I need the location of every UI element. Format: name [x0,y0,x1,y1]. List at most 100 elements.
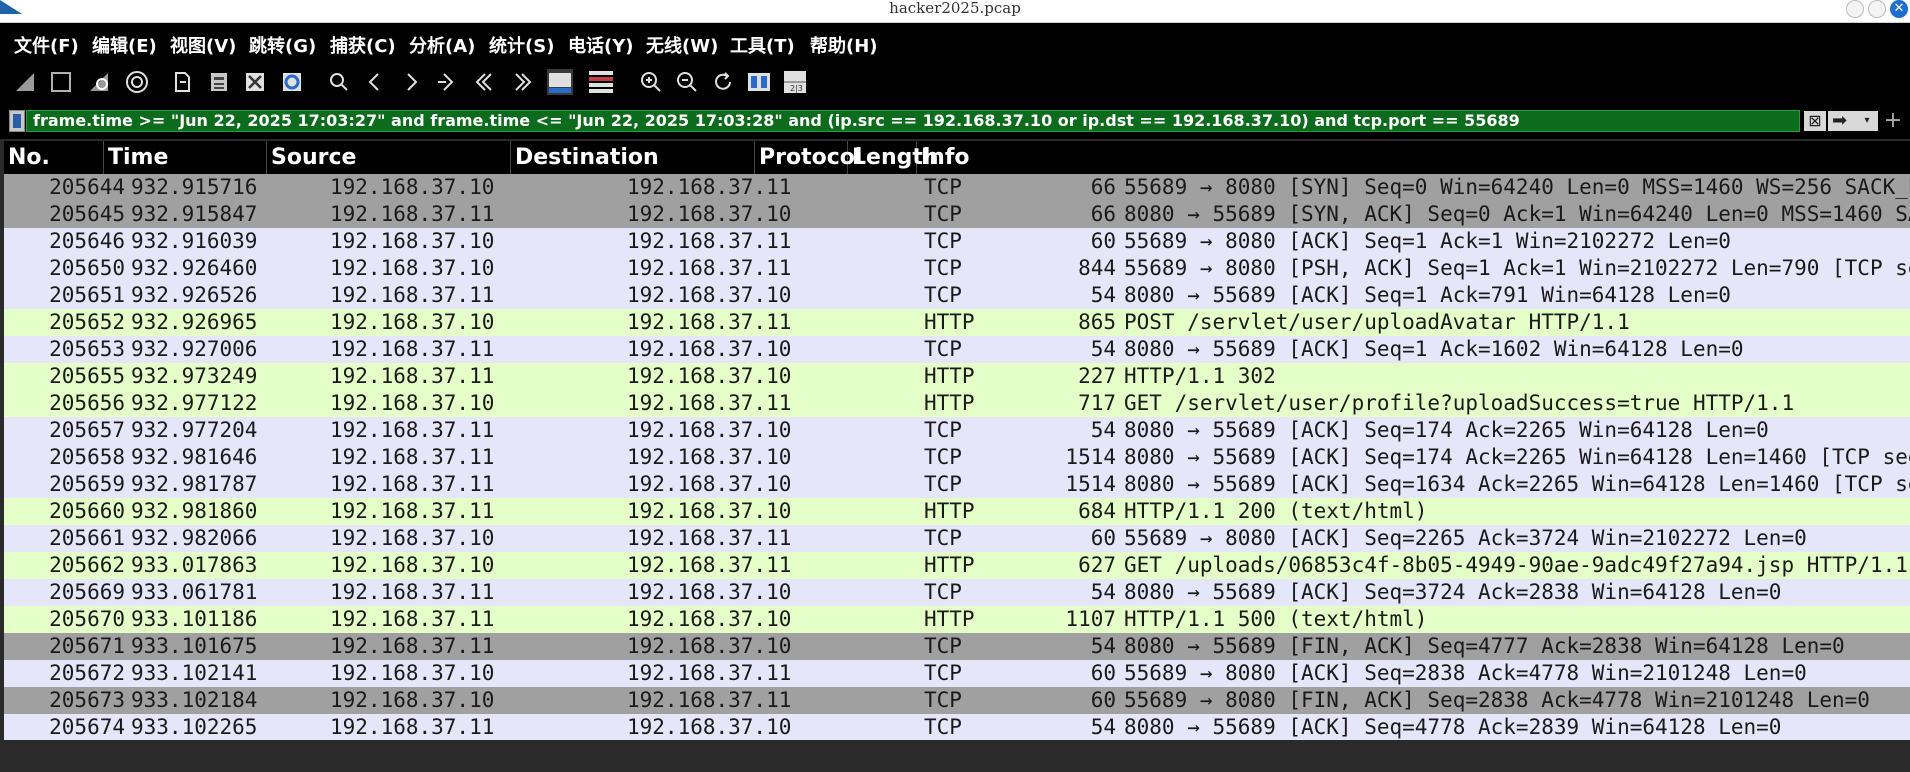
reload-file-icon[interactable] [275,65,309,99]
menu-item-2[interactable]: 视图(V) [170,32,236,58]
packet-protocol: TCP [924,715,962,739]
go-back-icon[interactable] [358,65,392,99]
filter-history-dropdown[interactable]: ▾ [1856,111,1878,131]
save-file-icon[interactable] [202,65,236,99]
auto-scroll-icon[interactable] [543,65,577,99]
display-filter-input[interactable]: frame.time >= "Jun 22, 2025 17:03:27" an… [26,110,1800,132]
last-packet-icon[interactable] [506,65,540,99]
packet-row[interactable]: 205644 932.915716 192.168.37.10 192.168.37.… [4,174,1910,201]
resize-columns-icon[interactable] [742,65,776,99]
main-toolbar: 2|3 [0,61,1910,103]
packet-time: 933.101186 [131,607,258,631]
packet-row[interactable]: 205645 932.915847 192.168.37.11 192.168.37.… [4,201,1910,228]
close-file-icon[interactable] [238,65,272,99]
column-header-no[interactable]: No. [4,141,104,174]
restart-capture-icon[interactable] [82,65,116,99]
packet-row[interactable]: 205660 932.981860 192.168.37.11 192.168.37.… [4,498,1910,525]
menu-item-3[interactable]: 跳转(G) [249,32,316,58]
first-packet-icon[interactable] [467,65,501,99]
packet-no: 205662 [49,553,125,577]
packet-row[interactable]: 205672 933.102141 192.168.37.10 192.168.37.… [4,660,1910,687]
packet-length: 54 [1090,634,1116,658]
packet-source: 192.168.37.11 [330,364,495,388]
packet-length: 66 [1090,202,1116,226]
maximize-button[interactable] [1868,0,1886,18]
column-header-protocol[interactable]: Protocol [755,141,862,174]
packet-row[interactable]: 205669 933.061781 192.168.37.11 192.168.37.… [4,579,1910,606]
menu-item-7[interactable]: 电话(Y) [568,32,634,58]
packet-row[interactable]: 205651 932.926526 192.168.37.11 192.168.37.… [4,282,1910,309]
time-format-icon[interactable]: 2|3 [778,65,812,99]
packet-row[interactable]: 205650 932.926460 192.168.37.10 192.168.37.… [4,255,1910,282]
packet-time: 932.981787 [131,472,258,496]
column-header-source[interactable]: Source [267,141,511,174]
packet-info: 8080 → 55689 [ACK] Seq=3724 Ack=2838 Win… [1124,580,1782,604]
packet-info: GET /servlet/user/profile?uploadSuccess=… [1124,391,1795,415]
packet-row[interactable]: 205658 932.981646 192.168.37.11 192.168.37.… [4,444,1910,471]
packet-destination: 192.168.37.11 [627,310,792,334]
start-capture-icon[interactable] [8,65,42,99]
packet-row[interactable]: 205656 932.977122 192.168.37.10 192.168.37.… [4,390,1910,417]
packet-row[interactable]: 205662 933.017863 192.168.37.10 192.168.37.… [4,552,1910,579]
packet-row[interactable]: 205655 932.973249 192.168.37.11 192.168.37.… [4,363,1910,390]
packet-row[interactable]: 205653 932.927006 192.168.37.11 192.168.37.… [4,336,1910,363]
packet-no: 205661 [49,526,125,550]
menu-item-6[interactable]: 统计(S) [489,32,554,58]
minimize-button[interactable] [1846,0,1864,18]
go-forward-icon[interactable] [394,65,428,99]
menu-item-1[interactable]: 编辑(E) [92,32,157,58]
menu-item-10[interactable]: 帮助(H) [810,32,878,58]
menu-item-0[interactable]: 文件(F) [14,32,79,58]
packet-row[interactable]: 205661 932.982066 192.168.37.10 192.168.37.… [4,525,1910,552]
packet-time: 932.982066 [131,526,258,550]
find-packet-icon[interactable] [322,65,356,99]
packet-row[interactable]: 205671 933.101675 192.168.37.11 192.168.37.… [4,633,1910,660]
packet-protocol: TCP [924,661,962,685]
zoom-in-icon[interactable] [634,65,668,99]
packet-source: 192.168.37.11 [330,472,495,496]
column-header-length[interactable]: Length [848,141,939,174]
packet-info: HTTP/1.1 500 (text/html) [1124,607,1428,631]
menu-item-4[interactable]: 捕获(C) [330,32,396,58]
packet-time: 933.101675 [131,634,258,658]
packet-row[interactable]: 205674 933.102265 192.168.37.11 192.168.37.… [4,714,1910,740]
packet-no: 205656 [49,391,125,415]
close-window-button[interactable]: ✕ [1890,0,1908,18]
column-header-time[interactable]: Time [104,141,267,174]
packet-list: No. Time Source Destination Protocol Len… [4,141,1910,740]
column-header-destination[interactable]: Destination [511,141,755,174]
packet-row[interactable]: 205646 932.916039 192.168.37.10 192.168.37.… [4,228,1910,255]
colorize-icon[interactable] [584,65,618,99]
packet-destination: 192.168.37.10 [627,472,792,496]
window-titlebar: hacker2025.pcap ✕ [0,0,1910,23]
packet-protocol: HTTP [924,310,975,334]
packet-source: 192.168.37.11 [330,202,495,226]
stop-capture-icon[interactable] [44,65,78,99]
zoom-out-icon[interactable] [670,65,704,99]
packet-row[interactable]: 205659 932.981787 192.168.37.11 192.168.37.… [4,471,1910,498]
packet-length: 54 [1090,715,1116,739]
packet-protocol: TCP [924,202,962,226]
menu-item-8[interactable]: 无线(W) [646,32,718,58]
clear-filter-button[interactable]: ⊠ [1804,111,1826,131]
capture-options-icon[interactable] [120,65,154,99]
open-file-icon[interactable] [165,65,199,99]
packet-time: 933.102141 [131,661,258,685]
packet-row[interactable]: 205670 933.101186 192.168.37.11 192.168.37.… [4,606,1910,633]
add-filter-button[interactable]: + [1880,108,1906,134]
column-header-info[interactable]: Info [917,141,1910,174]
menu-item-9[interactable]: 工具(T) [730,32,795,58]
packet-row[interactable]: 205657 932.977204 192.168.37.11 192.168.37.… [4,417,1910,444]
packet-destination: 192.168.37.11 [627,229,792,253]
packet-row[interactable]: 205673 933.102184 192.168.37.10 192.168.37.… [4,687,1910,714]
menu-item-5[interactable]: 分析(A) [409,32,475,58]
go-to-packet-icon[interactable] [430,65,464,99]
packet-protocol: TCP [924,634,962,658]
display-filter-bar: frame.time >= "Jun 22, 2025 17:03:27" an… [0,103,1910,139]
packet-row[interactable]: 205652 932.926965 192.168.37.10 192.168.37.… [4,309,1910,336]
packet-protocol: HTTP [924,607,975,631]
filter-bookmark-icon[interactable] [9,110,25,132]
packet-length: 717 [1078,391,1116,415]
normal-size-icon[interactable] [706,65,740,99]
packet-protocol: TCP [924,688,962,712]
